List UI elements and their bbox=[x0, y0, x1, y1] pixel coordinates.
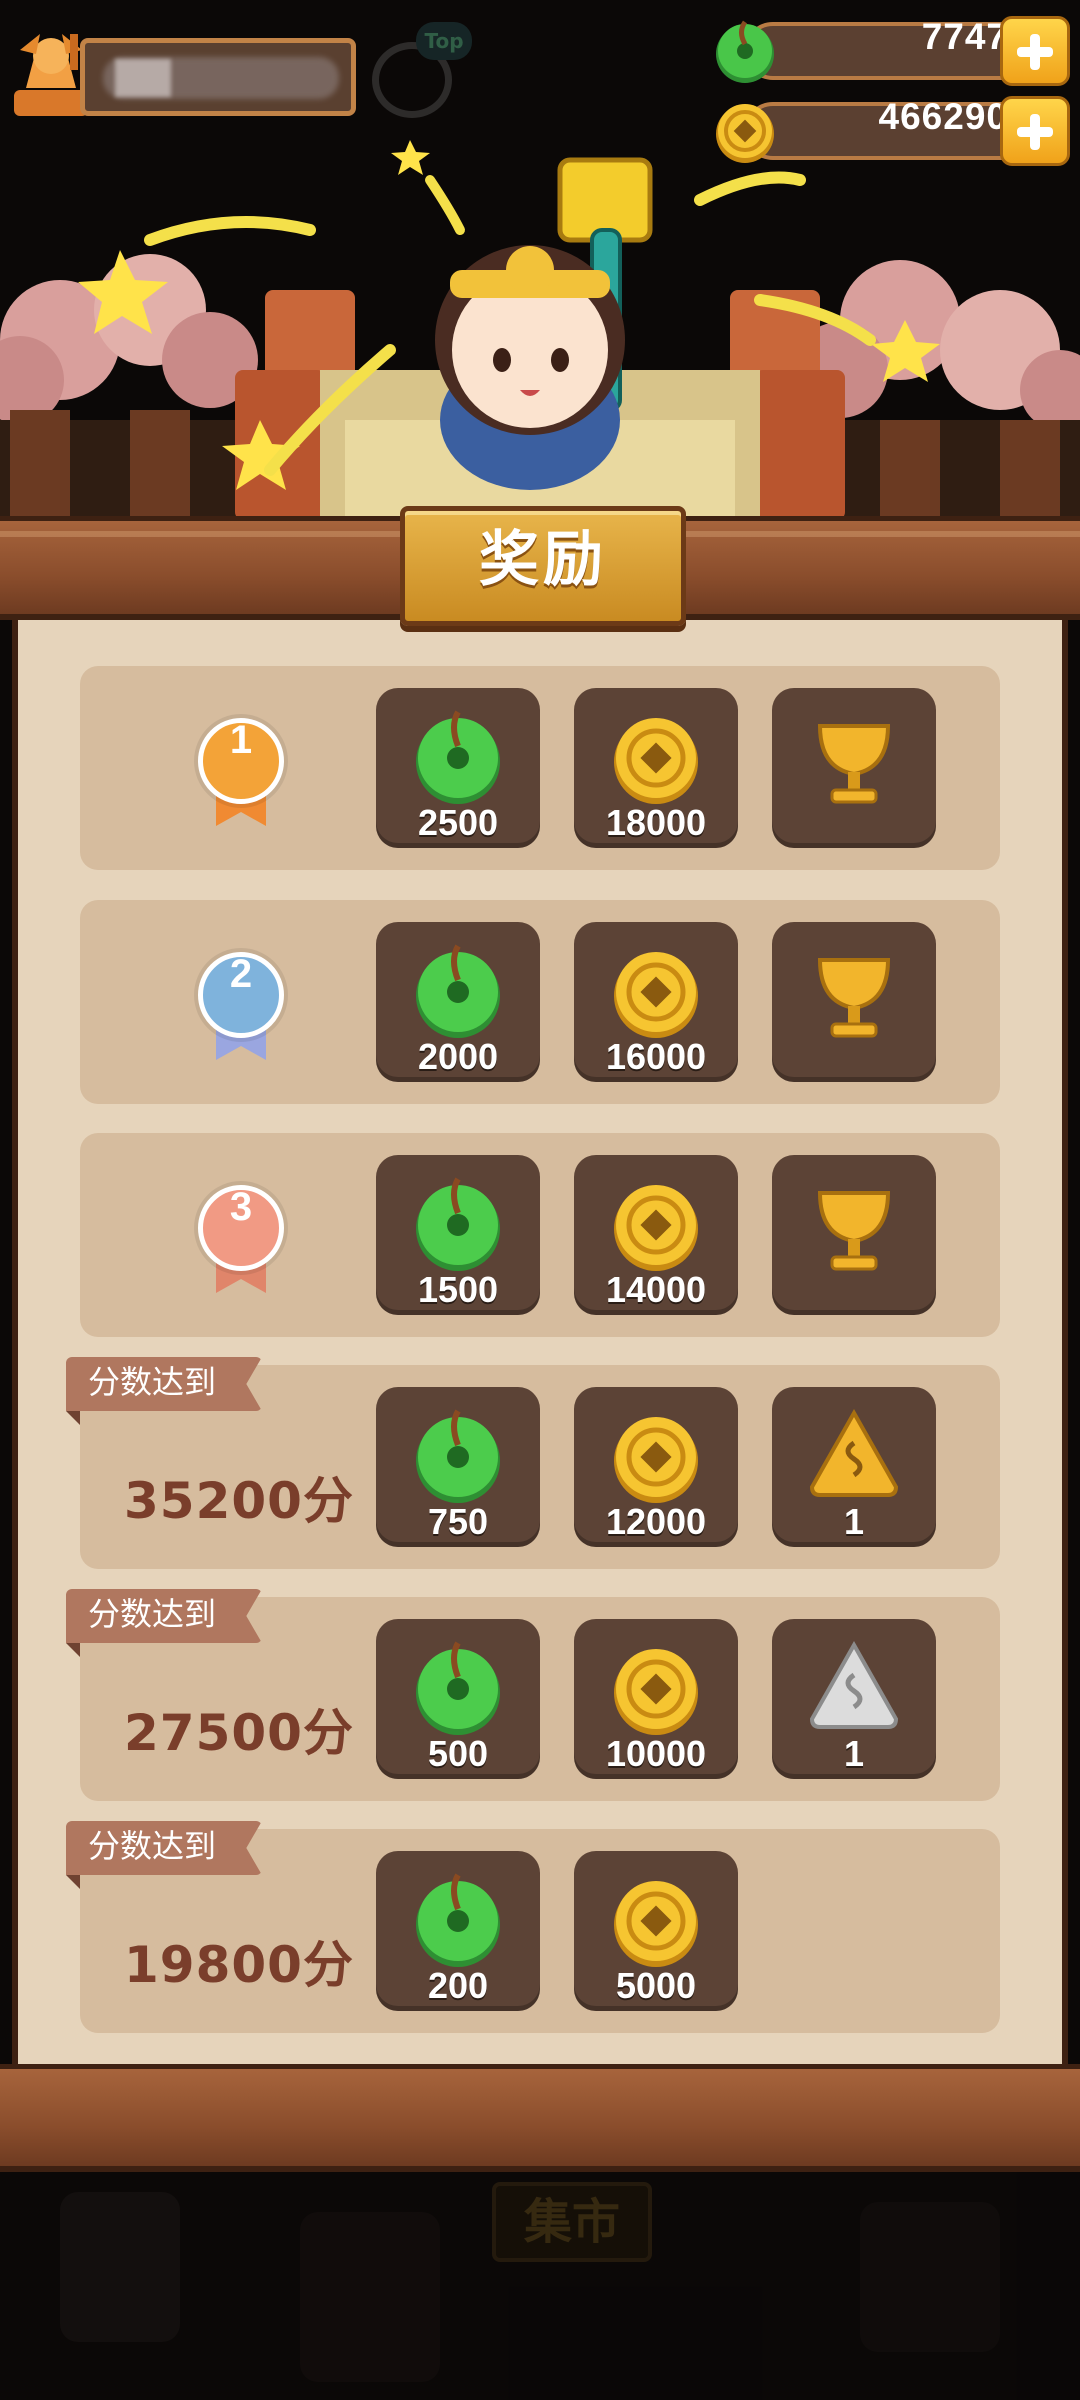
score-reached-tag: 分数达到 bbox=[66, 1821, 262, 1889]
jade-coin-icon bbox=[416, 710, 500, 804]
reward-amount: 2500 bbox=[417, 802, 499, 843]
reward-slot-talisman[interactable]: 1 bbox=[772, 1387, 936, 1547]
score-threshold: 27500分 bbox=[124, 1704, 354, 1762]
reward-amount: 5000 bbox=[615, 1965, 697, 2006]
gold-coin-icon bbox=[614, 1881, 698, 1967]
jade-coin-icon bbox=[716, 20, 774, 83]
rank-number: 2 bbox=[229, 952, 253, 996]
reward-slot-trophy[interactable] bbox=[772, 688, 936, 848]
reward-slot-jade[interactable]: 2500 bbox=[376, 688, 540, 848]
reward-slot-trophy[interactable] bbox=[772, 922, 936, 1082]
rank-1-medal: 1 bbox=[198, 718, 284, 826]
jade-amount: 7747 bbox=[921, 16, 1008, 57]
bottom-nav-dimmed: 集市 bbox=[0, 2172, 1080, 2400]
reward-amount: 200 bbox=[427, 1965, 489, 2006]
gold-coin-icon bbox=[614, 1649, 698, 1735]
reward-slot-gold[interactable]: 16000 bbox=[574, 922, 738, 1082]
reward-row-rank-3: 3 1500 14000 bbox=[80, 1133, 1000, 1337]
reward-row-score-19800: 分数达到 19800分 200 5000 bbox=[66, 1821, 1000, 2033]
reward-slot-gold[interactable]: 12000 bbox=[574, 1387, 738, 1547]
gold-trophy-icon bbox=[817, 1191, 891, 1271]
rank-3-medal: 3 bbox=[198, 1185, 284, 1293]
player-name-redacted-block bbox=[115, 59, 171, 97]
top-chat-button-dimmed: Top bbox=[364, 22, 474, 122]
score-reached-label: 分数达到 bbox=[88, 1595, 217, 1633]
reward-slot-jade[interactable]: 500 bbox=[376, 1619, 540, 1779]
gold-coin-icon bbox=[614, 718, 698, 804]
score-reached-tag: 分数达到 bbox=[66, 1589, 262, 1657]
reward-slot-gold[interactable]: 14000 bbox=[574, 1155, 738, 1315]
reward-row-score-27500: 分数达到 27500分 500 10000 1 bbox=[66, 1589, 1000, 1801]
reward-amount: 750 bbox=[427, 1501, 489, 1542]
reward-amount: 10000 bbox=[605, 1733, 707, 1774]
player-profile[interactable] bbox=[6, 28, 356, 120]
reward-amount: 12000 bbox=[605, 1501, 707, 1542]
reward-amount: 1 bbox=[843, 1501, 865, 1542]
jade-coin-icon bbox=[416, 1177, 500, 1271]
panel-bottom-beam bbox=[0, 2064, 1080, 2172]
gold-trophy-icon bbox=[817, 724, 891, 804]
jade-coin-icon bbox=[416, 944, 500, 1038]
celebration-scene bbox=[0, 140, 1080, 520]
reward-row-score-35200: 分数达到 35200分 750 12000 1 bbox=[66, 1357, 1000, 1569]
reward-slot-jade[interactable]: 1500 bbox=[376, 1155, 540, 1315]
add-jade-button[interactable] bbox=[1000, 16, 1070, 86]
gold-coin-icon bbox=[614, 952, 698, 1038]
score-threshold: 19800分 bbox=[124, 1936, 354, 1994]
reward-amount: 16000 bbox=[605, 1036, 707, 1077]
reward-amount: 14000 bbox=[605, 1269, 707, 1310]
reward-amount: 18000 bbox=[605, 802, 707, 843]
rank-number: 1 bbox=[229, 718, 253, 762]
gold-coin-icon bbox=[614, 1185, 698, 1271]
player-name-bar bbox=[80, 38, 356, 116]
reward-slot-jade[interactable]: 750 bbox=[376, 1387, 540, 1547]
gold-coin-icon bbox=[614, 1417, 698, 1503]
jade-currency: 7747 bbox=[710, 16, 1070, 86]
rank-number: 3 bbox=[229, 1185, 253, 1229]
nav-item-dimmed bbox=[860, 2202, 1000, 2352]
reward-slot-jade[interactable]: 200 bbox=[376, 1851, 540, 2011]
gold-trophy-icon bbox=[817, 958, 891, 1038]
score-reached-label: 分数达到 bbox=[88, 1363, 217, 1401]
reward-row-rank-1: 1 2500 18000 bbox=[80, 666, 1000, 870]
score-reached-tag: 分数达到 bbox=[66, 1357, 262, 1425]
panel-title-plate: 奖励 bbox=[400, 506, 686, 626]
silver-talisman-icon bbox=[809, 1640, 899, 1729]
score-threshold: 35200分 bbox=[124, 1472, 354, 1530]
reward-slot-talisman[interactable]: 1 bbox=[772, 1619, 936, 1779]
score-reached-label: 分数达到 bbox=[88, 1827, 217, 1865]
nav-item-dimmed bbox=[60, 2192, 180, 2342]
reward-amount: 1500 bbox=[417, 1269, 499, 1310]
reward-slot-jade[interactable]: 2000 bbox=[376, 922, 540, 1082]
reward-amount: 1 bbox=[843, 1733, 865, 1774]
market-nav-label: 集市 bbox=[492, 2182, 652, 2262]
reward-slot-trophy[interactable] bbox=[772, 1155, 936, 1315]
reward-amount: 500 bbox=[427, 1733, 489, 1774]
jade-coin-icon bbox=[416, 1873, 500, 1967]
reward-slot-gold[interactable]: 5000 bbox=[574, 1851, 738, 2011]
rank-2-medal: 2 bbox=[198, 952, 284, 1060]
reward-slot-gold[interactable]: 10000 bbox=[574, 1619, 738, 1779]
reward-amount: 2000 bbox=[417, 1036, 499, 1077]
reward-slot-gold[interactable]: 18000 bbox=[574, 688, 738, 848]
panel-title: 奖励 bbox=[479, 525, 607, 595]
jade-coin-icon bbox=[416, 1641, 500, 1735]
nav-item-dimmed bbox=[300, 2212, 440, 2382]
jade-coin-icon bbox=[416, 1409, 500, 1503]
top-tag: Top bbox=[416, 22, 472, 60]
reward-row-rank-2: 2 2000 16000 bbox=[80, 900, 1000, 1104]
gold-talisman-icon bbox=[809, 1408, 899, 1497]
